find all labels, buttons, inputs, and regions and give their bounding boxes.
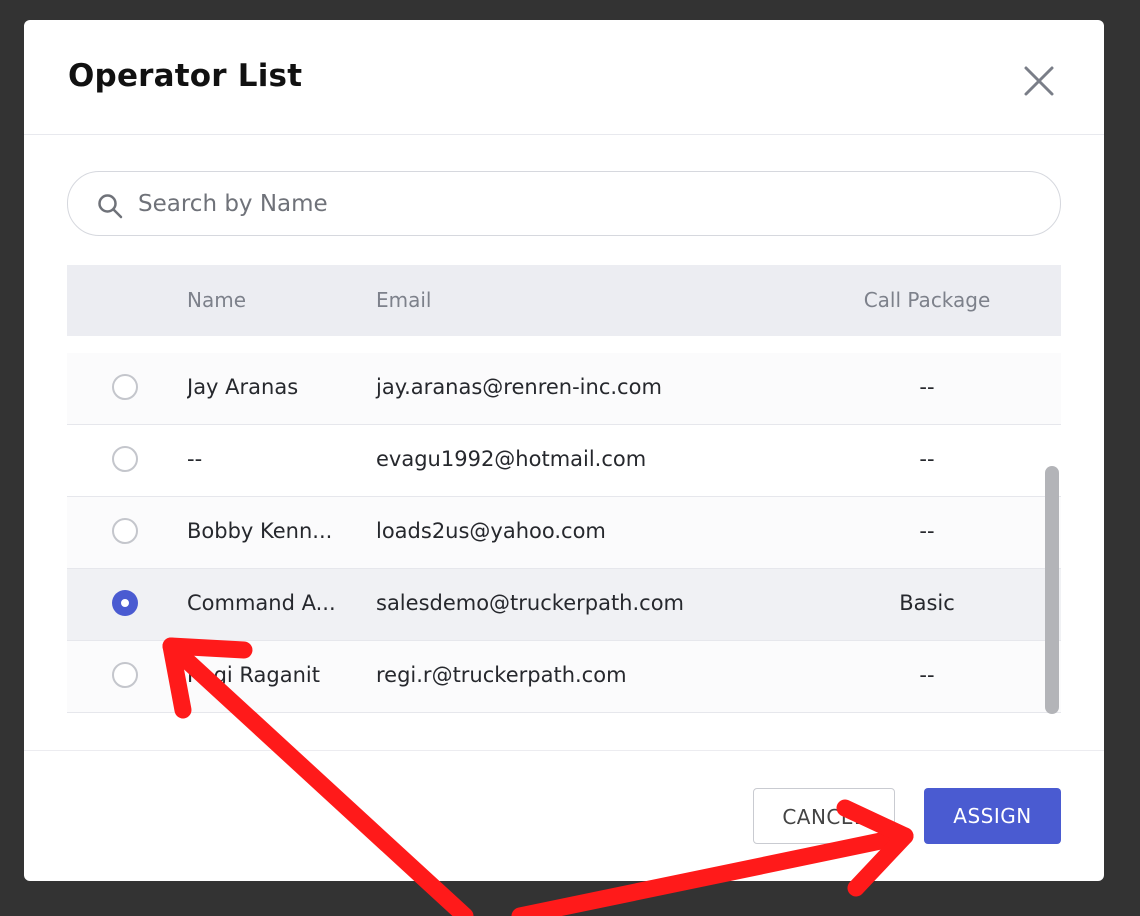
column-header-name: Name xyxy=(187,288,247,312)
row-call-package: -- xyxy=(919,375,935,399)
table-body: Jay Aranas jay.aranas@renren-inc.com -- … xyxy=(67,353,1061,714)
operator-list-dialog: Operator List Name Email Call Package Ja… xyxy=(24,20,1104,881)
column-header-call-package: Call Package xyxy=(863,288,991,312)
footer-divider xyxy=(24,750,1104,751)
row-call-package: -- xyxy=(919,519,935,543)
table-row[interactable]: Jay Aranas jay.aranas@renren-inc.com -- xyxy=(67,353,1061,425)
table-row[interactable]: -- evagu1992@hotmail.com -- xyxy=(67,425,1061,497)
search-input[interactable] xyxy=(136,180,1040,228)
row-radio-button[interactable] xyxy=(112,518,138,544)
assign-button[interactable]: ASSIGN xyxy=(924,788,1061,844)
row-email: regi.r@truckerpath.com xyxy=(376,663,627,687)
row-name: -- xyxy=(187,447,203,471)
row-email: salesdemo@truckerpath.com xyxy=(376,591,685,615)
dialog-title: Operator List xyxy=(68,58,303,94)
dialog-header: Operator List xyxy=(24,20,1104,135)
table-row[interactable]: Bobby Kenn... loads2us@yahoo.com -- xyxy=(67,497,1061,569)
column-header-email: Email xyxy=(376,288,432,312)
row-call-package: -- xyxy=(919,663,935,687)
table-header: Name Email Call Package xyxy=(67,265,1061,336)
search-field[interactable] xyxy=(67,171,1061,236)
row-name: Bobby Kenn... xyxy=(187,519,333,543)
row-radio-button[interactable] xyxy=(112,374,138,400)
row-radio-button[interactable] xyxy=(112,662,138,688)
row-radio-button[interactable] xyxy=(112,446,138,472)
row-name: Command A... xyxy=(187,591,336,615)
row-email: jay.aranas@renren-inc.com xyxy=(376,375,662,399)
scrollbar[interactable] xyxy=(1042,353,1062,714)
cancel-button[interactable]: CANCEL xyxy=(753,788,895,844)
row-call-package: -- xyxy=(919,447,935,471)
row-name: Jay Aranas xyxy=(187,375,299,399)
row-name: Regi Raganit xyxy=(187,663,320,687)
row-email: loads2us@yahoo.com xyxy=(376,519,606,543)
scrollbar-thumb[interactable] xyxy=(1045,466,1059,714)
row-email: evagu1992@hotmail.com xyxy=(376,447,647,471)
table-row-selected[interactable]: Command A... salesdemo@truckerpath.com B… xyxy=(67,569,1061,641)
row-call-package: Basic xyxy=(899,591,955,615)
table-row[interactable]: Regi Raganit regi.r@truckerpath.com -- xyxy=(67,641,1061,713)
row-radio-button-checked[interactable] xyxy=(112,590,138,616)
close-icon[interactable] xyxy=(1020,62,1058,100)
search-icon xyxy=(96,192,124,220)
